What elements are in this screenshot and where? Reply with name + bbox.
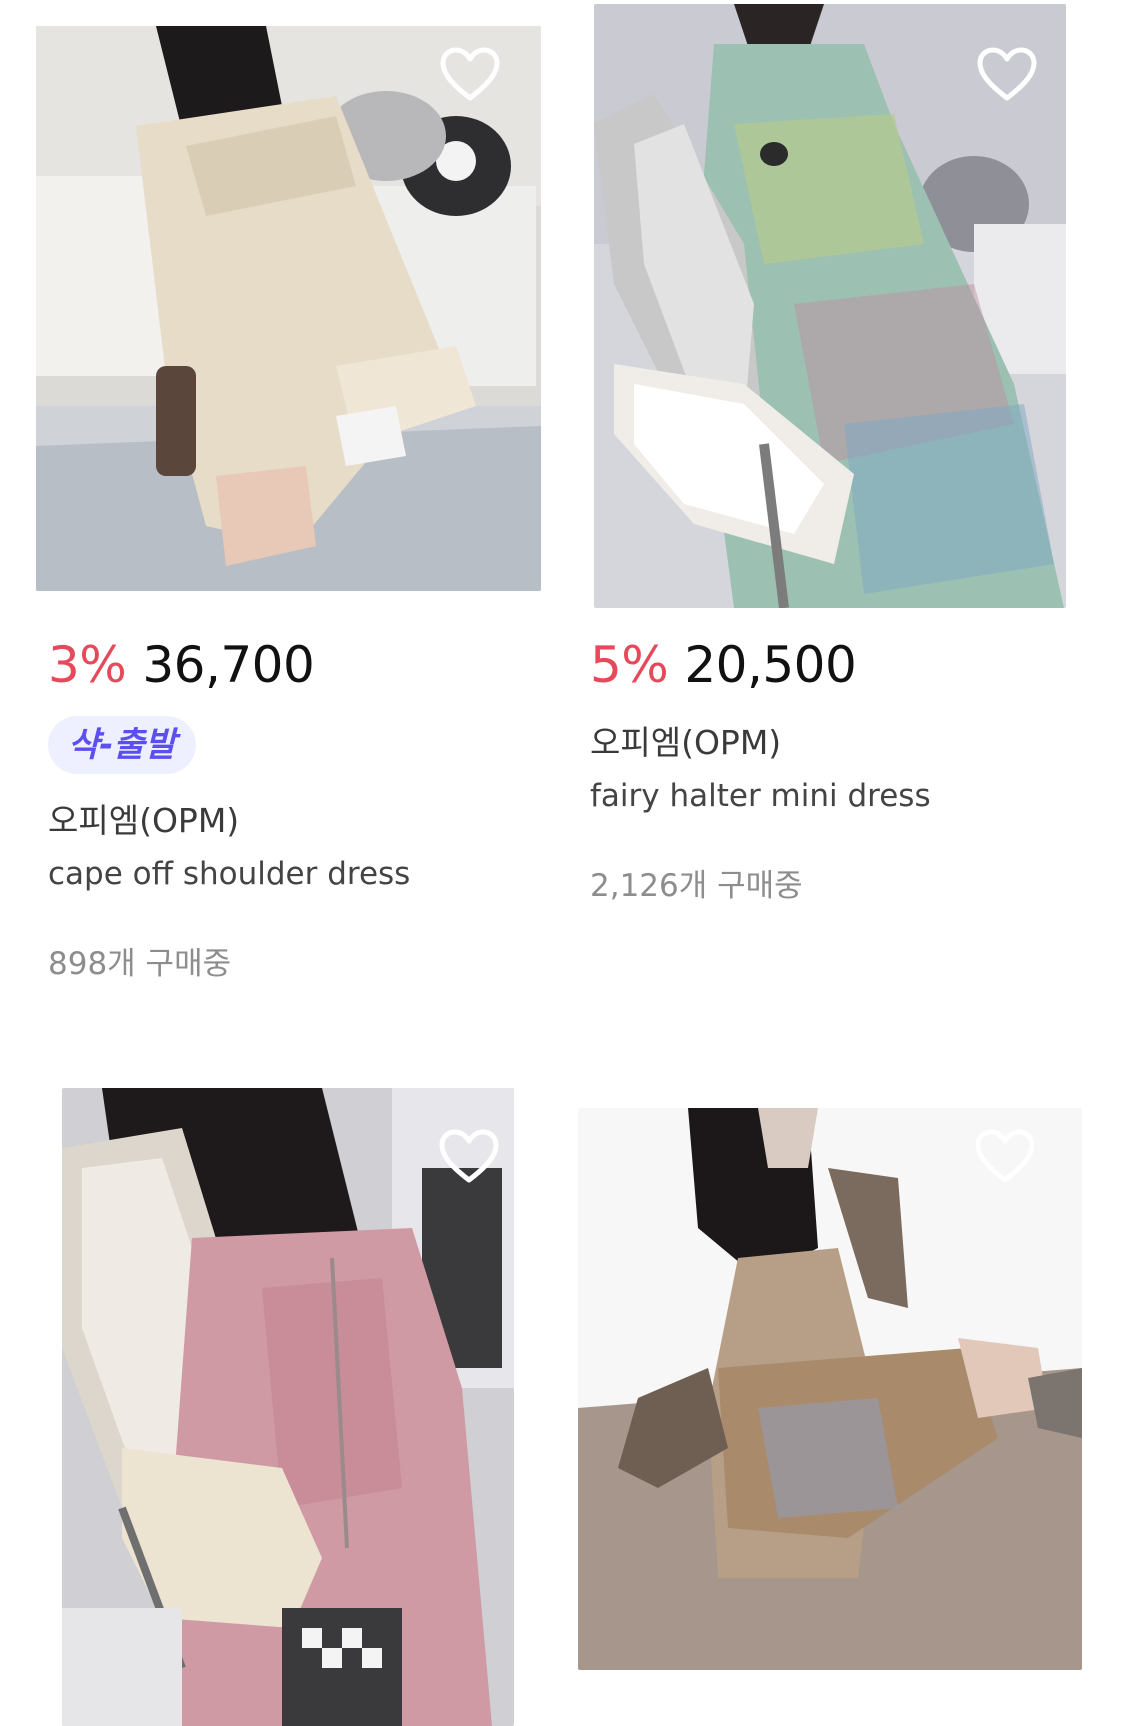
price: 20,500 bbox=[684, 636, 857, 694]
product-name[interactable]: fairy halter mini dress bbox=[590, 778, 931, 814]
discount-rate: 3% bbox=[48, 636, 127, 694]
heart-icon[interactable] bbox=[976, 46, 1038, 102]
product-card[interactable]: 3% 36,700 샥-출발 오피엠(OPM) cape off shoulder… bbox=[0, 0, 560, 1000]
discount-rate: 5% bbox=[590, 636, 669, 694]
purchase-count: 898개 구매중 bbox=[48, 946, 232, 982]
heart-icon[interactable] bbox=[974, 1128, 1036, 1184]
purchase-count: 2,126개 구매중 bbox=[590, 868, 803, 904]
price: 36,700 bbox=[142, 636, 315, 694]
shipping-badge: 샥-출발 bbox=[48, 716, 196, 774]
product-card[interactable] bbox=[560, 1080, 1125, 1726]
product-image[interactable] bbox=[36, 26, 541, 591]
heart-icon[interactable] bbox=[439, 46, 501, 102]
product-image[interactable] bbox=[594, 4, 1066, 608]
price-row: 3% 36,700 bbox=[48, 636, 315, 694]
product-card[interactable]: 5% 20,500 오피엠(OPM) fairy halter mini dres… bbox=[560, 0, 1125, 1000]
brand-name[interactable]: 오피엠(OPM) bbox=[48, 794, 239, 842]
brand-name[interactable]: 오피엠(OPM) bbox=[590, 716, 781, 764]
product-image[interactable] bbox=[62, 1088, 514, 1726]
heart-icon[interactable] bbox=[438, 1128, 500, 1184]
price-row: 5% 20,500 bbox=[590, 636, 857, 694]
product-image[interactable] bbox=[578, 1108, 1082, 1670]
product-name[interactable]: cape off shoulder dress bbox=[48, 856, 410, 892]
product-card[interactable] bbox=[0, 1080, 560, 1726]
